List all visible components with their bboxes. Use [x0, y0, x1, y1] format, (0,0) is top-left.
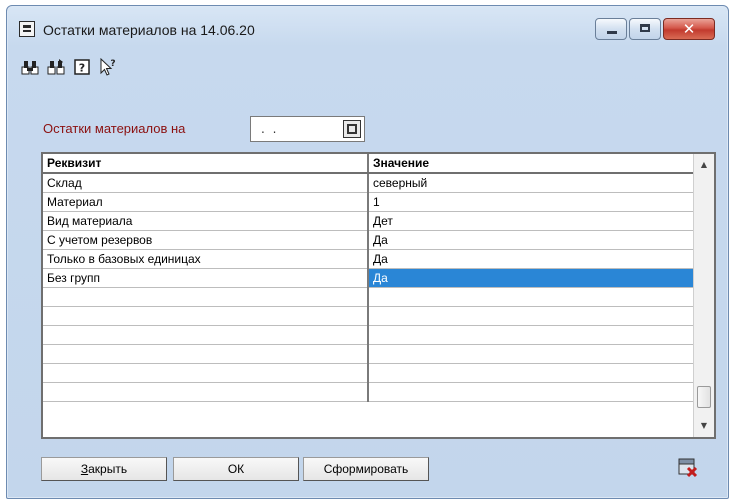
- cell-requisite: Склад: [43, 173, 369, 193]
- table-row[interactable]: [43, 325, 695, 345]
- find-icon[interactable]: [21, 58, 39, 76]
- scroll-thumb[interactable]: [697, 386, 711, 408]
- cell-value[interactable]: [368, 325, 695, 345]
- close-icon: ✕: [682, 20, 696, 38]
- cell-requisite: С учетом резервов: [43, 230, 369, 250]
- cell-requisite: Без групп: [43, 268, 369, 288]
- cell-requisite: Вид материала: [43, 211, 369, 231]
- cell-value[interactable]: [368, 287, 695, 307]
- cell-value-selected[interactable]: Да: [368, 268, 695, 288]
- maximize-button[interactable]: [629, 18, 661, 40]
- minimize-button[interactable]: [595, 18, 627, 40]
- cell-value[interactable]: [368, 306, 695, 326]
- close-window-button[interactable]: ✕: [663, 18, 715, 40]
- cell-requisite: [43, 306, 369, 326]
- grid-header-row: Реквизит Значение: [43, 154, 695, 174]
- cell-requisite: Только в базовых единицах: [43, 249, 369, 269]
- build-report-button[interactable]: Сформировать: [303, 457, 429, 481]
- cell-value[interactable]: 1: [368, 192, 695, 212]
- table-row[interactable]: [43, 382, 695, 402]
- context-help-icon[interactable]: ?: [99, 58, 117, 76]
- report-window: Остатки материалов на 14.06.20 ✕ ? ? Ост…: [6, 5, 729, 499]
- table-row[interactable]: Вид материала Дет: [43, 211, 695, 231]
- cell-requisite: [43, 382, 369, 402]
- calendar-button-icon[interactable]: [343, 120, 361, 138]
- report-icon: [19, 21, 35, 37]
- table-row[interactable]: [43, 306, 695, 326]
- svg-text:?: ?: [110, 59, 115, 69]
- title-bar[interactable]: Остатки материалов на 14.06.20 ✕: [7, 6, 728, 46]
- header-requisite[interactable]: Реквизит: [43, 154, 369, 174]
- cell-value[interactable]: Да: [368, 230, 695, 250]
- table-row-selected[interactable]: Без групп Да: [43, 268, 695, 288]
- table-row[interactable]: Только в базовых единицах Да: [43, 249, 695, 269]
- table-row[interactable]: С учетом резервов Да: [43, 230, 695, 250]
- cell-value[interactable]: Да: [368, 249, 695, 269]
- grid-scrollbar[interactable]: ▲ ▼: [693, 154, 714, 437]
- maximize-icon: [640, 24, 650, 32]
- table-row[interactable]: Материал 1: [43, 192, 695, 212]
- cell-requisite: [43, 344, 369, 364]
- cell-requisite: Материал: [43, 192, 369, 212]
- cell-value[interactable]: северный: [368, 173, 695, 193]
- close-button[interactable]: Закрыть: [41, 457, 167, 481]
- exit-icon[interactable]: [677, 458, 699, 478]
- ok-button[interactable]: ОК: [173, 457, 299, 481]
- scroll-down-icon[interactable]: ▼: [694, 417, 714, 435]
- date-input[interactable]: . .: [250, 116, 365, 142]
- properties-grid[interactable]: Реквизит Значение Склад северный Материал…: [41, 152, 716, 439]
- window-title: Остатки материалов на 14.06.20: [43, 22, 255, 38]
- properties-table: Реквизит Значение Склад северный Материал…: [43, 154, 695, 402]
- toolbar: ? ?: [17, 54, 217, 78]
- cell-value[interactable]: Дет: [368, 211, 695, 231]
- date-param-label: Остатки материалов на: [43, 121, 186, 136]
- table-row[interactable]: [43, 363, 695, 383]
- minimize-icon: [607, 31, 617, 34]
- find-next-icon[interactable]: [47, 58, 65, 76]
- cell-value[interactable]: [368, 363, 695, 383]
- date-input-value: . .: [261, 122, 279, 136]
- table-row[interactable]: [43, 344, 695, 364]
- table-row[interactable]: Склад северный: [43, 173, 695, 193]
- header-value[interactable]: Значение: [368, 154, 695, 174]
- cell-value[interactable]: [368, 382, 695, 402]
- svg-text:?: ?: [79, 62, 85, 75]
- table-row[interactable]: [43, 287, 695, 307]
- cell-requisite: [43, 325, 369, 345]
- scroll-up-icon[interactable]: ▲: [694, 156, 714, 174]
- cell-requisite: [43, 363, 369, 383]
- help-icon[interactable]: ?: [73, 58, 91, 76]
- cell-requisite: [43, 287, 369, 307]
- cell-value[interactable]: [368, 344, 695, 364]
